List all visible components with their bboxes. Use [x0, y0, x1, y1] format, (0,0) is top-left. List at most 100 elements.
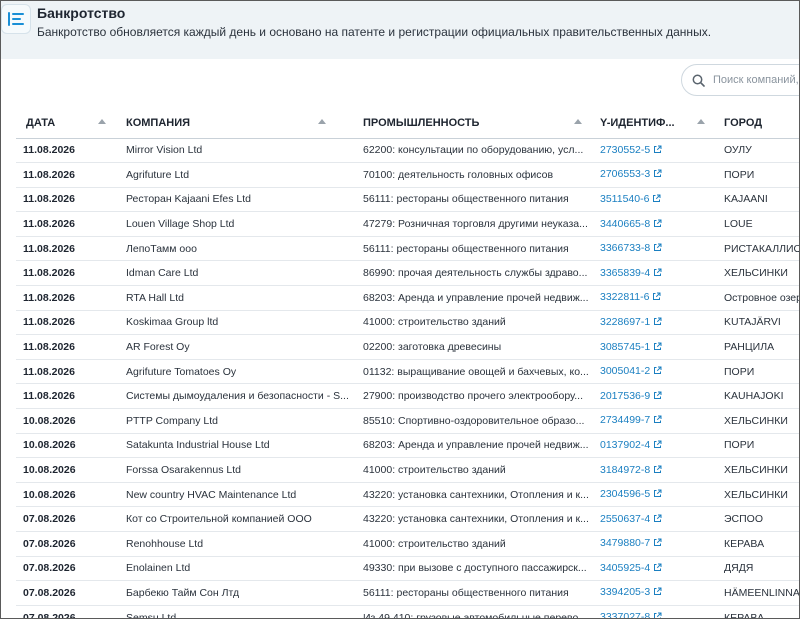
table-row[interactable]: 07.08.2026 Кот со Строительной компанией … [16, 506, 799, 532]
column-header-y-id[interactable]: Y-ИДЕНТИФ... [590, 108, 714, 139]
external-link-icon[interactable] [653, 538, 662, 550]
table-row[interactable]: 10.08.2026 PTTP Company Ltd 85510: Спортив… [16, 408, 799, 434]
cell-y-id[interactable]: 3365839-4 [590, 260, 714, 287]
sort-icon[interactable] [318, 119, 326, 124]
table-row[interactable]: 07.08.2026 Semsu Ltd Из 49 410: грузовые а… [16, 605, 799, 618]
external-link-icon[interactable] [653, 268, 662, 280]
cell-y-id[interactable]: 2304596-5 [590, 482, 714, 508]
sort-icon[interactable] [574, 119, 582, 124]
table-row[interactable]: 07.08.2026 Renohhouse Ltd 41000: строитель… [16, 531, 799, 557]
y-id-link[interactable]: 3184972-8 [600, 464, 650, 476]
cell-company[interactable]: Idman Care Ltd [116, 260, 353, 287]
cell-y-id[interactable]: 3184972-8 [590, 457, 714, 483]
cell-company[interactable]: Барбекю Тайм Сон Лтд [116, 580, 353, 606]
cell-y-id[interactable]: 2734499-7 [590, 408, 714, 434]
y-id-link[interactable]: 3005041-2 [600, 365, 650, 377]
table-row[interactable]: 11.08.2026 Ресторан Kajaani Efes Ltd 56111… [16, 187, 799, 213]
external-link-icon[interactable] [652, 194, 661, 206]
y-id-link[interactable]: 3085745-1 [600, 341, 650, 353]
cell-y-id[interactable]: 3440665-8 [590, 211, 714, 237]
table-row[interactable]: 11.08.2026 Idman Care Ltd 86990: прочая де… [16, 260, 799, 287]
cell-company[interactable]: Кот со Строительной компанией ООО [116, 506, 353, 532]
cell-y-id[interactable]: 3479880-7 [590, 531, 714, 557]
external-link-icon[interactable] [653, 465, 662, 477]
y-id-link[interactable]: 2550637-4 [600, 513, 650, 525]
y-id-link[interactable]: 3337027-8 [600, 611, 650, 618]
cell-y-id[interactable]: 2017536-9 [590, 383, 714, 410]
y-id-link[interactable]: 0137902-4 [600, 439, 650, 451]
y-id-link[interactable]: 2730552-5 [600, 144, 650, 156]
external-link-icon[interactable] [653, 169, 662, 181]
table-row[interactable]: 11.08.2026 Системы дымоудаления и безопас… [16, 383, 799, 410]
y-id-link[interactable]: 3511540-6 [600, 193, 649, 205]
cell-y-id[interactable]: 3405925-4 [590, 556, 714, 582]
table-row[interactable]: 11.08.2026 Louen Village Shop Ltd 47279: Р… [16, 211, 799, 237]
sort-icon[interactable] [98, 119, 106, 124]
table-row[interactable]: 10.08.2026 Satakunta Industrial House Ltd… [16, 433, 799, 459]
external-link-icon[interactable] [653, 145, 662, 157]
table-row[interactable]: 10.08.2026 New country HVAC Maintenance L… [16, 482, 799, 508]
cell-company[interactable]: Renohhouse Ltd [116, 531, 353, 557]
external-link-icon[interactable] [653, 366, 662, 378]
cell-y-id[interactable]: 3394205-3 [590, 580, 714, 606]
cell-company[interactable]: Agrifuture Tomatoes Oy [116, 359, 353, 385]
column-header-date[interactable]: ДАТА [16, 108, 116, 139]
external-link-icon[interactable] [653, 563, 662, 575]
y-id-link[interactable]: 3394205-3 [600, 586, 650, 598]
table-row[interactable]: 11.08.2026 Agrifuture Tomatoes Oy 01132: в… [16, 359, 799, 385]
cell-company[interactable]: Louen Village Shop Ltd [116, 211, 353, 237]
external-link-icon[interactable] [653, 489, 662, 501]
table-row[interactable]: 11.08.2026 Koskimaa Group ltd 41000: строи… [16, 310, 799, 336]
external-link-icon[interactable] [653, 440, 662, 452]
y-id-link[interactable]: 3228697-1 [600, 316, 650, 328]
y-id-link[interactable]: 2706553-3 [600, 168, 650, 180]
column-header-company[interactable]: КОМПАНИЯ [116, 108, 353, 139]
cell-company[interactable]: Ресторан Kajaani Efes Ltd [116, 187, 353, 213]
sort-icon[interactable] [697, 119, 705, 124]
external-link-icon[interactable] [653, 219, 662, 231]
table-row[interactable]: 11.08.2026 Agrifuture Ltd 70100: деятельно… [16, 162, 799, 188]
table-row[interactable]: 07.08.2026 Барбекю Тайм Сон Лтд 56111: рес… [16, 580, 799, 606]
cell-y-id[interactable]: 3337027-8 [590, 605, 714, 618]
cell-company[interactable]: Mirror Vision Ltd [116, 138, 353, 164]
y-id-link[interactable]: 3366733-8 [600, 242, 650, 254]
table-row[interactable]: 11.08.2026 RTA Hall Ltd 68203: Аренда и уп… [16, 285, 799, 311]
table-row[interactable]: 11.08.2026 Mirror Vision Ltd 62200: консул… [16, 138, 799, 164]
cell-company[interactable]: Semsu Ltd [116, 605, 353, 618]
table-row[interactable]: 11.08.2026 ЛепоТамм ооо 56111: рестораны о… [16, 236, 799, 262]
cell-company[interactable]: RTA Hall Ltd [116, 285, 353, 311]
y-id-link[interactable]: 2017536-9 [600, 390, 650, 402]
cell-company[interactable]: Forssa Osarakennus Ltd [116, 457, 353, 483]
cell-y-id[interactable]: 3322811-6 [590, 285, 714, 311]
column-header-city[interactable]: ГОРОД [714, 108, 799, 139]
y-id-link[interactable]: 3322811-6 [600, 291, 649, 303]
external-link-icon[interactable] [653, 342, 662, 354]
cell-company[interactable]: AR Forest Oy [116, 334, 353, 360]
cell-y-id[interactable]: 0137902-4 [590, 433, 714, 459]
cell-company[interactable]: Koskimaa Group ltd [116, 310, 353, 336]
cell-company[interactable]: PTTP Company Ltd [116, 408, 353, 434]
cell-y-id[interactable]: 2730552-5 [590, 138, 714, 164]
search-box[interactable] [681, 64, 799, 96]
external-link-icon[interactable] [653, 415, 662, 427]
external-link-icon[interactable] [653, 243, 662, 255]
y-id-link[interactable]: 3479880-7 [600, 537, 650, 549]
cell-company[interactable]: Системы дымоудаления и безопасности - S.… [116, 383, 353, 410]
y-id-link[interactable]: 2734499-7 [600, 414, 650, 426]
y-id-link[interactable]: 2304596-5 [600, 488, 650, 500]
cell-company[interactable]: Agrifuture Ltd [116, 162, 353, 188]
cell-company[interactable]: New country HVAC Maintenance Ltd [116, 482, 353, 508]
y-id-link[interactable]: 3405925-4 [600, 562, 650, 574]
external-link-icon[interactable] [653, 317, 662, 329]
cell-company[interactable]: Enolainen Ltd [116, 556, 353, 582]
external-link-icon[interactable] [653, 587, 662, 599]
external-link-icon[interactable] [652, 292, 661, 304]
y-id-link[interactable]: 3440665-8 [600, 218, 650, 230]
table-row[interactable]: 11.08.2026 AR Forest Oy 02200: заготовка д… [16, 334, 799, 360]
table-row[interactable]: 10.08.2026 Forssa Osarakennus Ltd 41000: с… [16, 457, 799, 483]
cell-y-id[interactable]: 3366733-8 [590, 236, 714, 262]
cell-y-id[interactable]: 2550637-4 [590, 506, 714, 532]
table-row[interactable]: 07.08.2026 Enolainen Ltd 49330: при вызове… [16, 556, 799, 582]
cell-y-id[interactable]: 3005041-2 [590, 359, 714, 385]
external-link-icon[interactable] [653, 391, 662, 403]
